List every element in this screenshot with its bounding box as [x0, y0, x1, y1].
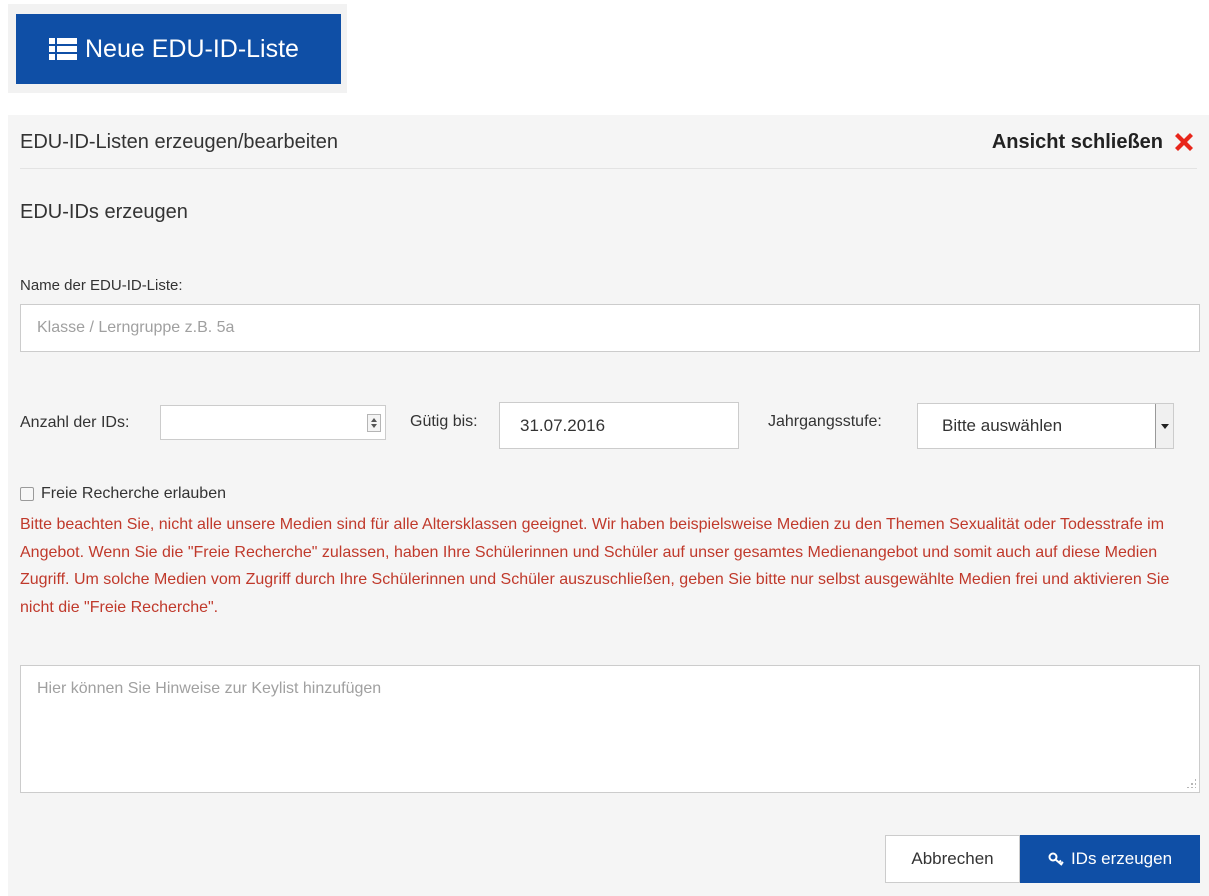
list-name-input[interactable] [20, 304, 1200, 352]
valid-until-value: 31.07.2016 [520, 415, 606, 435]
section-title: EDU-IDs erzeugen [20, 201, 188, 223]
panel-header: EDU-ID-Listen erzeugen/bearbeiten Ansich… [20, 115, 1197, 169]
id-count-label: Anzahl der IDs: [20, 414, 130, 431]
close-icon [1175, 133, 1193, 151]
new-edu-id-list-label: Neue EDU-ID-Liste [85, 34, 299, 63]
grade-select-value: Bitte auswählen [942, 416, 1063, 435]
id-count-input[interactable] [160, 405, 386, 440]
grade-select[interactable]: Bitte auswählen [917, 403, 1174, 449]
key-icon [1048, 852, 1064, 866]
list-name-label: Name der EDU-ID-Liste: [20, 277, 183, 294]
create-ids-label: IDs erzeugen [1070, 849, 1173, 868]
panel-title: EDU-ID-Listen erzeugen/bearbeiten [20, 131, 338, 153]
create-ids-button[interactable]: IDs erzeugen [1020, 835, 1200, 883]
chevron-down-icon[interactable] [1155, 404, 1173, 448]
list-icon [49, 38, 77, 60]
close-view-label: Ansicht schließen [991, 130, 1163, 153]
close-view-link[interactable]: Ansicht schließen [992, 129, 1197, 155]
grade-label: Jahrgangsstufe: [768, 413, 882, 430]
free-search-checkbox[interactable] [20, 487, 34, 501]
free-search-label: Freie Recherche erlauben [41, 485, 226, 502]
free-search-option[interactable]: Freie Recherche erlauben [20, 485, 226, 503]
valid-until-input[interactable]: 31.07.2016 [499, 402, 739, 449]
age-warning-text: Bitte beachten Sie, nicht alle unsere Me… [20, 516, 1170, 616]
valid-until-label: Gütig bis: [410, 413, 478, 430]
number-spinner-icon[interactable] [367, 414, 381, 432]
new-edu-id-list-button[interactable]: Neue EDU-ID-Liste [16, 14, 341, 84]
edit-panel: EDU-ID-Listen erzeugen/bearbeiten Ansich… [8, 115, 1209, 896]
keylist-notes-textarea[interactable] [20, 665, 1200, 793]
new-list-button-container: Neue EDU-ID-Liste [8, 4, 347, 93]
cancel-button[interactable]: Abbrechen [885, 835, 1020, 883]
